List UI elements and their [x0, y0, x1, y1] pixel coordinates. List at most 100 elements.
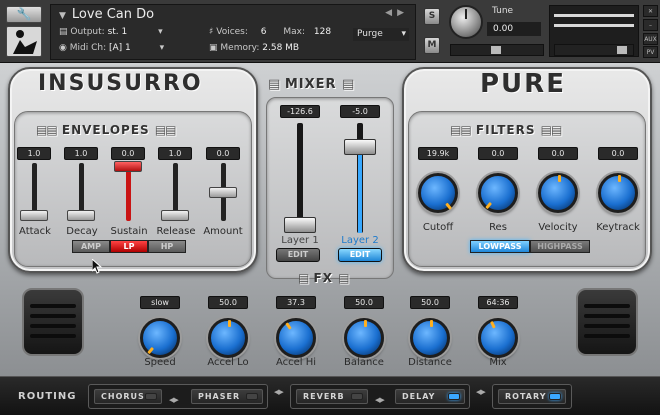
tune-knob[interactable]: [449, 5, 483, 39]
slider-handle[interactable]: [67, 210, 95, 221]
mute-button[interactable]: M: [424, 37, 440, 54]
meter-bar: [554, 14, 634, 17]
instrument-nav-arrows-icon[interactable]: ◀▶: [385, 8, 409, 18]
minimize-icon[interactable]: –: [643, 19, 658, 31]
knob-value[interactable]: 50.0: [410, 296, 450, 309]
knob-value[interactable]: 0.0: [538, 147, 578, 160]
slider-label: Sustain: [110, 226, 148, 237]
slider-value[interactable]: 0.0: [206, 147, 240, 160]
layer-2-edit-button[interactable]: EDIT: [338, 248, 382, 262]
knob-value[interactable]: 0.0: [598, 147, 638, 160]
close-icon[interactable]: ✕: [643, 5, 658, 17]
swap-arrows-icon[interactable]: ◀▶: [476, 388, 486, 396]
knob-dial[interactable]: [276, 318, 316, 358]
knob-dial[interactable]: [538, 173, 578, 213]
rotary-led: [549, 393, 561, 400]
knob-dial[interactable]: [418, 173, 458, 213]
slider-label: Attack: [19, 226, 51, 237]
volume-slider-handle[interactable]: [617, 46, 627, 54]
knob-dial[interactable]: [478, 318, 518, 358]
pan-slider-handle[interactable]: [491, 46, 501, 54]
solo-button[interactable]: S: [424, 8, 440, 25]
slider-value[interactable]: 1.0: [64, 147, 98, 160]
channel-volume-value[interactable]: -5.0: [340, 105, 380, 118]
instrument-info-panel: ▼ Love Can Do ◀▶ ▤ Output: st. 1 ▾ ◉ Midi…: [50, 4, 416, 60]
kontakt-header: 🔧 ▼ Love Can Do ◀▶ ▤ Output: st. 1 ▾ ◉ Mi…: [0, 0, 660, 63]
swap-arrows-icon[interactable]: ◀▶: [375, 396, 385, 404]
highpass-button[interactable]: HIGHPASS: [530, 240, 590, 253]
slider-handle[interactable]: [161, 210, 189, 221]
mouse-cursor-icon: [91, 257, 103, 278]
slider-value[interactable]: 1.0: [158, 147, 192, 160]
lowpass-button[interactable]: LOWPASS: [470, 240, 530, 253]
chorus-button[interactable]: CHORUS: [94, 389, 162, 404]
channel-fader-handle[interactable]: [344, 139, 376, 155]
swap-arrows-icon[interactable]: ◀▶: [274, 388, 284, 396]
slider-handle[interactable]: [114, 161, 142, 172]
instrument-title[interactable]: ▼ Love Can Do: [59, 7, 154, 22]
knob-label: Accel Lo: [207, 357, 249, 368]
dropdown-arrow-icon: ▾: [158, 27, 163, 37]
envelope-mode-selector: AMP LP HP: [72, 240, 186, 253]
slider-value[interactable]: 1.0: [17, 147, 51, 160]
reverb-led: [351, 393, 363, 400]
meter-bar: [554, 24, 634, 27]
knob-dial[interactable]: [478, 173, 518, 213]
wrench-icon[interactable]: 🔧: [6, 6, 42, 23]
voices-row: ♯ Voices: 6 Max: 128: [209, 27, 332, 37]
tune-value[interactable]: 0.00: [487, 22, 541, 36]
routing-group-2: REVERB ◀▶ DELAY: [290, 384, 470, 409]
reverb-button[interactable]: REVERB: [296, 389, 368, 404]
output-row[interactable]: ▤ Output: st. 1 ▾: [59, 27, 163, 37]
knob-value[interactable]: 64:36: [478, 296, 518, 309]
knob-value[interactable]: 50.0: [208, 296, 248, 309]
volume-slider[interactable]: [554, 44, 634, 56]
tune-label: Tune: [492, 6, 514, 16]
mode-lp-button[interactable]: LP: [110, 240, 148, 253]
swap-arrows-icon[interactable]: ◀▶: [169, 396, 179, 404]
mixer-title: ▤ MIXER ▤: [268, 77, 354, 92]
slider-value[interactable]: 0.0: [111, 147, 145, 160]
knob-value[interactable]: 19.9k: [418, 147, 458, 160]
knob-dial[interactable]: [344, 318, 384, 358]
slider-handle[interactable]: [20, 210, 48, 221]
output-icon: ▤: [59, 27, 68, 37]
collapse-triangle-icon[interactable]: ▼: [59, 11, 66, 21]
knob-label: Balance: [344, 357, 384, 368]
channel-fader-handle[interactable]: [284, 217, 316, 233]
dropdown-arrow-icon: ▾: [159, 43, 165, 53]
layer-1-edit-button[interactable]: EDIT: [276, 248, 320, 262]
knob-dial[interactable]: [208, 318, 248, 358]
purge-dropdown[interactable]: Purge ▾: [353, 28, 409, 41]
knob-label: Res: [489, 222, 507, 233]
pv-button[interactable]: PV: [643, 46, 658, 58]
slider-handle[interactable]: [209, 187, 237, 198]
mode-amp-button[interactable]: AMP: [72, 240, 110, 253]
knob-dial[interactable]: [410, 318, 450, 358]
knob-value[interactable]: 37.3: [276, 296, 316, 309]
rotary-button[interactable]: ROTARY: [498, 389, 566, 404]
mode-hp-button[interactable]: HP: [148, 240, 186, 253]
knob-value[interactable]: slow: [140, 296, 180, 309]
knob-value[interactable]: 0.0: [478, 147, 518, 160]
aux-button[interactable]: AUX: [643, 33, 658, 45]
midi-row[interactable]: ◉ Midi Ch: [A] 1 ▾: [59, 43, 164, 53]
midi-icon: ◉: [59, 43, 67, 53]
knob-label: Keytrack: [596, 222, 640, 233]
knob-dial[interactable]: [598, 173, 638, 213]
slider-label: Release: [156, 226, 196, 237]
knob-value[interactable]: 50.0: [344, 296, 384, 309]
volume-meter: [549, 5, 639, 57]
phaser-button[interactable]: PHASER: [191, 389, 263, 404]
envelopes-title: ▤▤ ENVELOPES ▤▤: [36, 123, 177, 137]
pan-slider[interactable]: [450, 44, 544, 56]
delay-button[interactable]: DELAY: [395, 389, 465, 404]
knob-label: Speed: [144, 357, 176, 368]
knob-label: Distance: [408, 357, 452, 368]
instrument-logo-icon: [6, 26, 42, 57]
left-speaker-grill: [22, 288, 84, 356]
knob-dial[interactable]: [140, 318, 180, 358]
routing-group-1: CHORUS ◀▶ PHASER: [88, 384, 268, 409]
channel-volume-value[interactable]: -126.6: [280, 105, 320, 118]
routing-group-3: ROTARY: [492, 384, 572, 409]
